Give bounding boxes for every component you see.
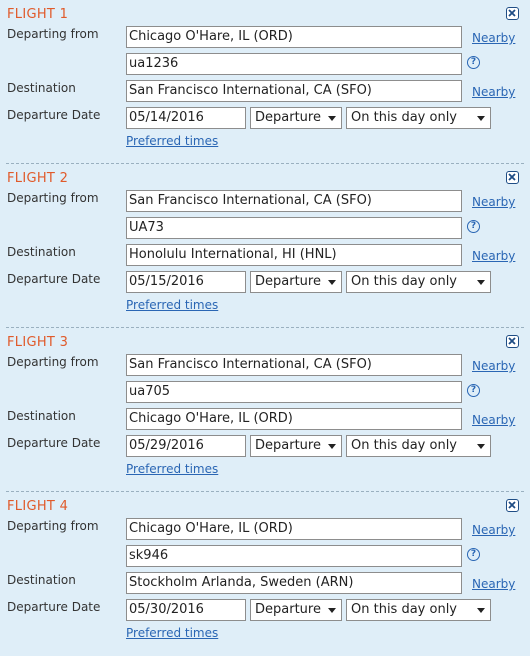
destination-label: Destination (7, 245, 76, 259)
flight-section: FLIGHT 3 Departing from San Francisco In… (0, 328, 530, 492)
chevron-down-icon (328, 280, 336, 285)
destination-nearby-link[interactable]: Nearby (472, 249, 515, 263)
help-icon[interactable]: ? (467, 56, 480, 69)
departing-nearby-link[interactable]: Nearby (472, 359, 515, 373)
departure-date-label: Departure Date (7, 600, 101, 614)
flight-number-input[interactable]: sk946 (126, 545, 462, 567)
preferred-times-link[interactable]: Preferred times (126, 462, 218, 476)
chevron-down-icon (477, 444, 485, 449)
departing-from-label: Departing from (7, 519, 99, 533)
close-icon[interactable] (506, 171, 519, 184)
departing-nearby-link[interactable]: Nearby (472, 31, 515, 45)
destination-input[interactable]: Honolulu International, HI (HNL) (126, 244, 462, 266)
flight-number-input[interactable]: ua1236 (126, 53, 462, 75)
preferred-times-link[interactable]: Preferred times (126, 298, 218, 312)
chevron-down-icon (477, 280, 485, 285)
close-icon[interactable] (506, 335, 519, 348)
close-icon[interactable] (506, 7, 519, 20)
preferred-times-link[interactable]: Preferred times (126, 626, 218, 640)
date-flexibility-value: On this day only (351, 438, 457, 453)
departure-date-label: Departure Date (7, 436, 101, 450)
departure-date-input[interactable]: 05/14/2016 (126, 107, 246, 129)
direction-select-value: Departure (255, 274, 321, 289)
date-flexibility-select[interactable]: On this day only (346, 435, 491, 457)
departing-from-label: Departing from (7, 27, 99, 41)
destination-label: Destination (7, 573, 76, 587)
destination-nearby-link[interactable]: Nearby (472, 577, 515, 591)
help-icon[interactable]: ? (467, 548, 480, 561)
preferred-times-link[interactable]: Preferred times (126, 134, 218, 148)
flight-section: FLIGHT 4 Departing from Chicago O'Hare, … (0, 492, 530, 656)
flight-title: FLIGHT 4 (7, 499, 69, 514)
close-icon[interactable] (506, 499, 519, 512)
departing-from-input[interactable]: Chicago O'Hare, IL (ORD) (126, 26, 462, 48)
departure-date-input[interactable]: 05/30/2016 (126, 599, 246, 621)
destination-nearby-link[interactable]: Nearby (472, 85, 515, 99)
flight-title: FLIGHT 2 (7, 171, 69, 186)
direction-select-value: Departure (255, 438, 321, 453)
chevron-down-icon (477, 116, 485, 121)
departure-date-label: Departure Date (7, 108, 101, 122)
departing-from-input[interactable]: Chicago O'Hare, IL (ORD) (126, 518, 462, 540)
date-flexibility-value: On this day only (351, 110, 457, 125)
destination-label: Destination (7, 81, 76, 95)
departing-from-label: Departing from (7, 355, 99, 369)
departure-date-input[interactable]: 05/29/2016 (126, 435, 246, 457)
departing-nearby-link[interactable]: Nearby (472, 523, 515, 537)
chevron-down-icon (328, 116, 336, 121)
destination-input[interactable]: Chicago O'Hare, IL (ORD) (126, 408, 462, 430)
departure-date-label: Departure Date (7, 272, 101, 286)
chevron-down-icon (477, 608, 485, 613)
chevron-down-icon (328, 608, 336, 613)
departing-nearby-link[interactable]: Nearby (472, 195, 515, 209)
direction-select-value: Departure (255, 110, 321, 125)
flight-title: FLIGHT 1 (7, 7, 69, 22)
departure-date-input[interactable]: 05/15/2016 (126, 271, 246, 293)
destination-label: Destination (7, 409, 76, 423)
departing-from-input[interactable]: San Francisco International, CA (SFO) (126, 354, 462, 376)
date-flexibility-value: On this day only (351, 274, 457, 289)
direction-select[interactable]: Departure (250, 271, 342, 293)
flight-section: FLIGHT 2 Departing from San Francisco In… (0, 164, 530, 328)
direction-select[interactable]: Departure (250, 599, 342, 621)
flight-title: FLIGHT 3 (7, 335, 69, 350)
help-icon[interactable]: ? (467, 220, 480, 233)
departing-from-input[interactable]: San Francisco International, CA (SFO) (126, 190, 462, 212)
flights-list: FLIGHT 1 Departing from Chicago O'Hare, … (0, 0, 530, 656)
flight-number-input[interactable]: ua705 (126, 381, 462, 403)
departing-from-label: Departing from (7, 191, 99, 205)
date-flexibility-select[interactable]: On this day only (346, 107, 491, 129)
date-flexibility-select[interactable]: On this day only (346, 599, 491, 621)
date-flexibility-value: On this day only (351, 602, 457, 617)
flight-section: FLIGHT 1 Departing from Chicago O'Hare, … (0, 0, 530, 164)
direction-select[interactable]: Departure (250, 107, 342, 129)
date-flexibility-select[interactable]: On this day only (346, 271, 491, 293)
direction-select[interactable]: Departure (250, 435, 342, 457)
chevron-down-icon (328, 444, 336, 449)
destination-nearby-link[interactable]: Nearby (472, 413, 515, 427)
help-icon[interactable]: ? (467, 384, 480, 397)
destination-input[interactable]: Stockholm Arlanda, Sweden (ARN) (126, 572, 462, 594)
destination-input[interactable]: San Francisco International, CA (SFO) (126, 80, 462, 102)
flight-number-input[interactable]: UA73 (126, 217, 462, 239)
direction-select-value: Departure (255, 602, 321, 617)
